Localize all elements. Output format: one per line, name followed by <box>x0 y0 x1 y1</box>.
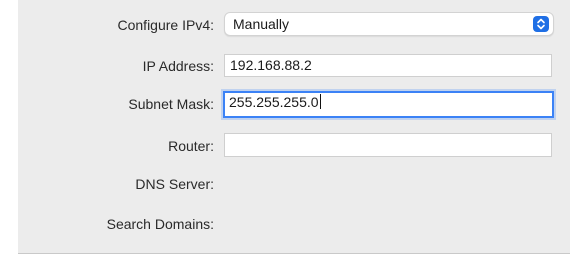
dns-server-label: DNS Server: <box>135 176 214 192</box>
router-field[interactable] <box>224 133 552 157</box>
search-domains-label: Search Domains: <box>106 216 214 232</box>
network-settings-panel: Configure IPv4: Manually IP Address: 192… <box>18 0 570 254</box>
configure-ipv4-label: Configure IPv4: <box>117 17 215 33</box>
router-label: Router: <box>168 138 214 154</box>
subnet-mask-field[interactable]: 255.255.255.0 <box>223 91 554 118</box>
configure-ipv4-popup[interactable]: Manually <box>224 12 554 36</box>
subnet-mask-label: Subnet Mask: <box>128 96 214 112</box>
ip-address-field[interactable]: 192.168.88.2 <box>224 54 552 77</box>
ip-address-value: 192.168.88.2 <box>230 57 312 73</box>
text-caret <box>319 94 321 109</box>
subnet-mask-value: 255.255.255.0 <box>229 94 319 110</box>
popup-stepper-icon <box>533 16 549 32</box>
configure-ipv4-value: Manually <box>233 16 290 32</box>
ip-address-label: IP Address: <box>142 58 214 74</box>
